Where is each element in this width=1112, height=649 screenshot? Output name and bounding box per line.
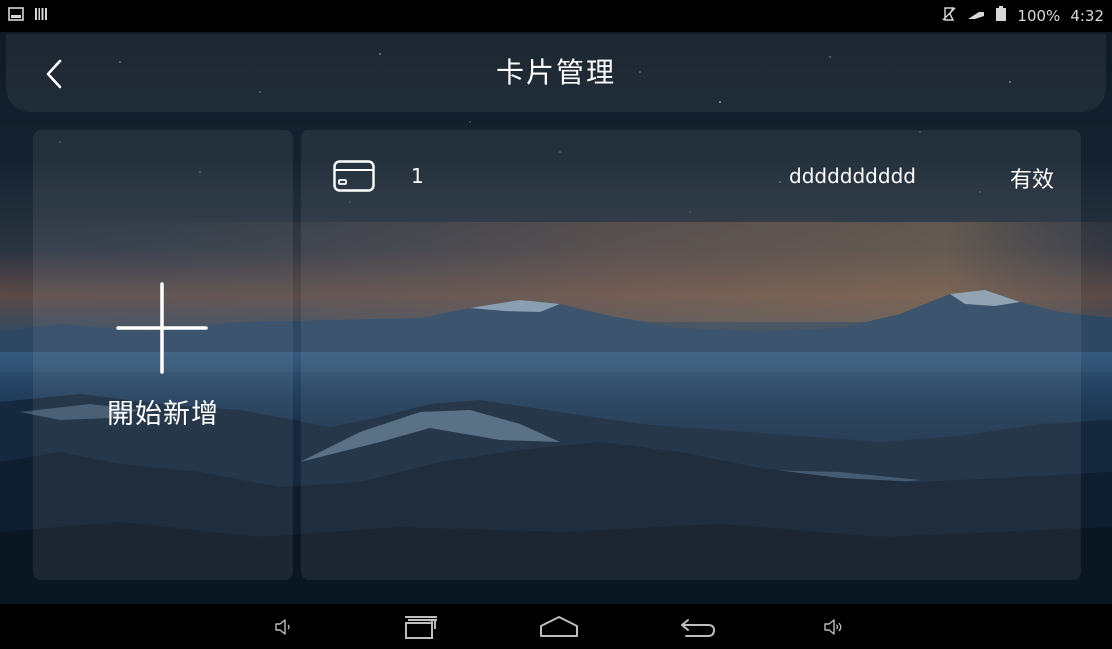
clock: 4:32 [1070, 7, 1104, 25]
back-nav-button[interactable] [678, 612, 718, 642]
recent-apps-icon [405, 616, 437, 639]
back-icon [681, 619, 716, 637]
back-button[interactable] [34, 52, 74, 96]
screen: 100% 4:32 卡片管理 開始新增 1 dddddddddd 有效 [0, 0, 1112, 649]
card-number: dddddddddd [789, 164, 916, 188]
volume-down-icon [275, 619, 290, 635]
card-list-item[interactable]: 1 dddddddddd 有效 [301, 150, 1081, 202]
card-list: 1 dddddddddd 有效 [301, 130, 1081, 580]
status-bar: 100% 4:32 [0, 0, 1112, 32]
mute-icon [941, 6, 957, 26]
picture-icon [8, 7, 24, 25]
volume-up-button[interactable] [820, 612, 846, 642]
volume-up-icon [824, 619, 842, 635]
volume-down-button[interactable] [270, 612, 296, 642]
navigation-bar [0, 604, 1112, 649]
title-bar: 卡片管理 [6, 34, 1106, 112]
add-card-button[interactable]: 開始新增 [33, 130, 293, 580]
card-icon [333, 160, 375, 192]
recent-apps-button[interactable] [402, 612, 440, 642]
home-button[interactable] [538, 612, 580, 642]
status-bar-right: 100% 4:32 [941, 6, 1104, 26]
card-status: 有效 [1010, 168, 1055, 193]
home-icon [540, 616, 578, 637]
card-index: 1 [411, 164, 424, 188]
plus-icon [116, 282, 208, 374]
battery-icon [995, 6, 1007, 26]
barcode-icon [34, 7, 48, 25]
add-card-label: 開始新增 [107, 399, 219, 430]
status-bar-left [8, 7, 48, 25]
page-title: 卡片管理 [495, 56, 616, 89]
battery-percent: 100% [1017, 7, 1061, 25]
chevron-left-icon [46, 59, 62, 89]
signal-icon [967, 7, 985, 25]
